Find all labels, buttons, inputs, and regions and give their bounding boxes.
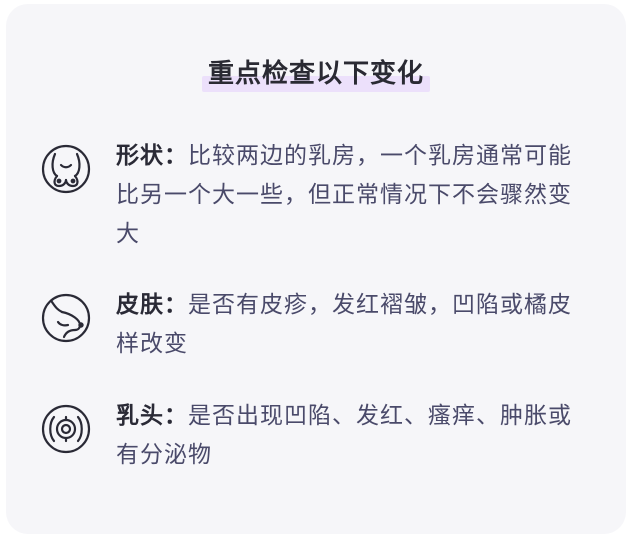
card-title: 重点检查以下变化	[201, 54, 431, 94]
item-label: 形状：	[116, 143, 188, 169]
info-card: 重点检查以下变化 形状：比较两边的乳房，一个乳房通常可能比另一个大一些，但正常情…	[6, 4, 626, 534]
breast-side-icon	[40, 292, 92, 344]
item-label: 皮肤：	[116, 292, 188, 318]
item-text: 形状：比较两边的乳房，一个乳房通常可能比另一个大一些，但正常情况下不会骤然变大	[116, 137, 576, 254]
title-container: 重点检查以下变化	[6, 54, 626, 94]
nipple-icon	[40, 403, 92, 455]
breasts-icon	[40, 143, 92, 195]
item-text: 皮肤：是否有皮疹，发红褶皱，凹陷或橘皮样改变	[116, 286, 576, 364]
item-text: 乳头：是否出现凹陷、发红、瘙痒、肿胀或有分泌物	[116, 397, 576, 475]
item-label: 乳头：	[116, 403, 188, 429]
